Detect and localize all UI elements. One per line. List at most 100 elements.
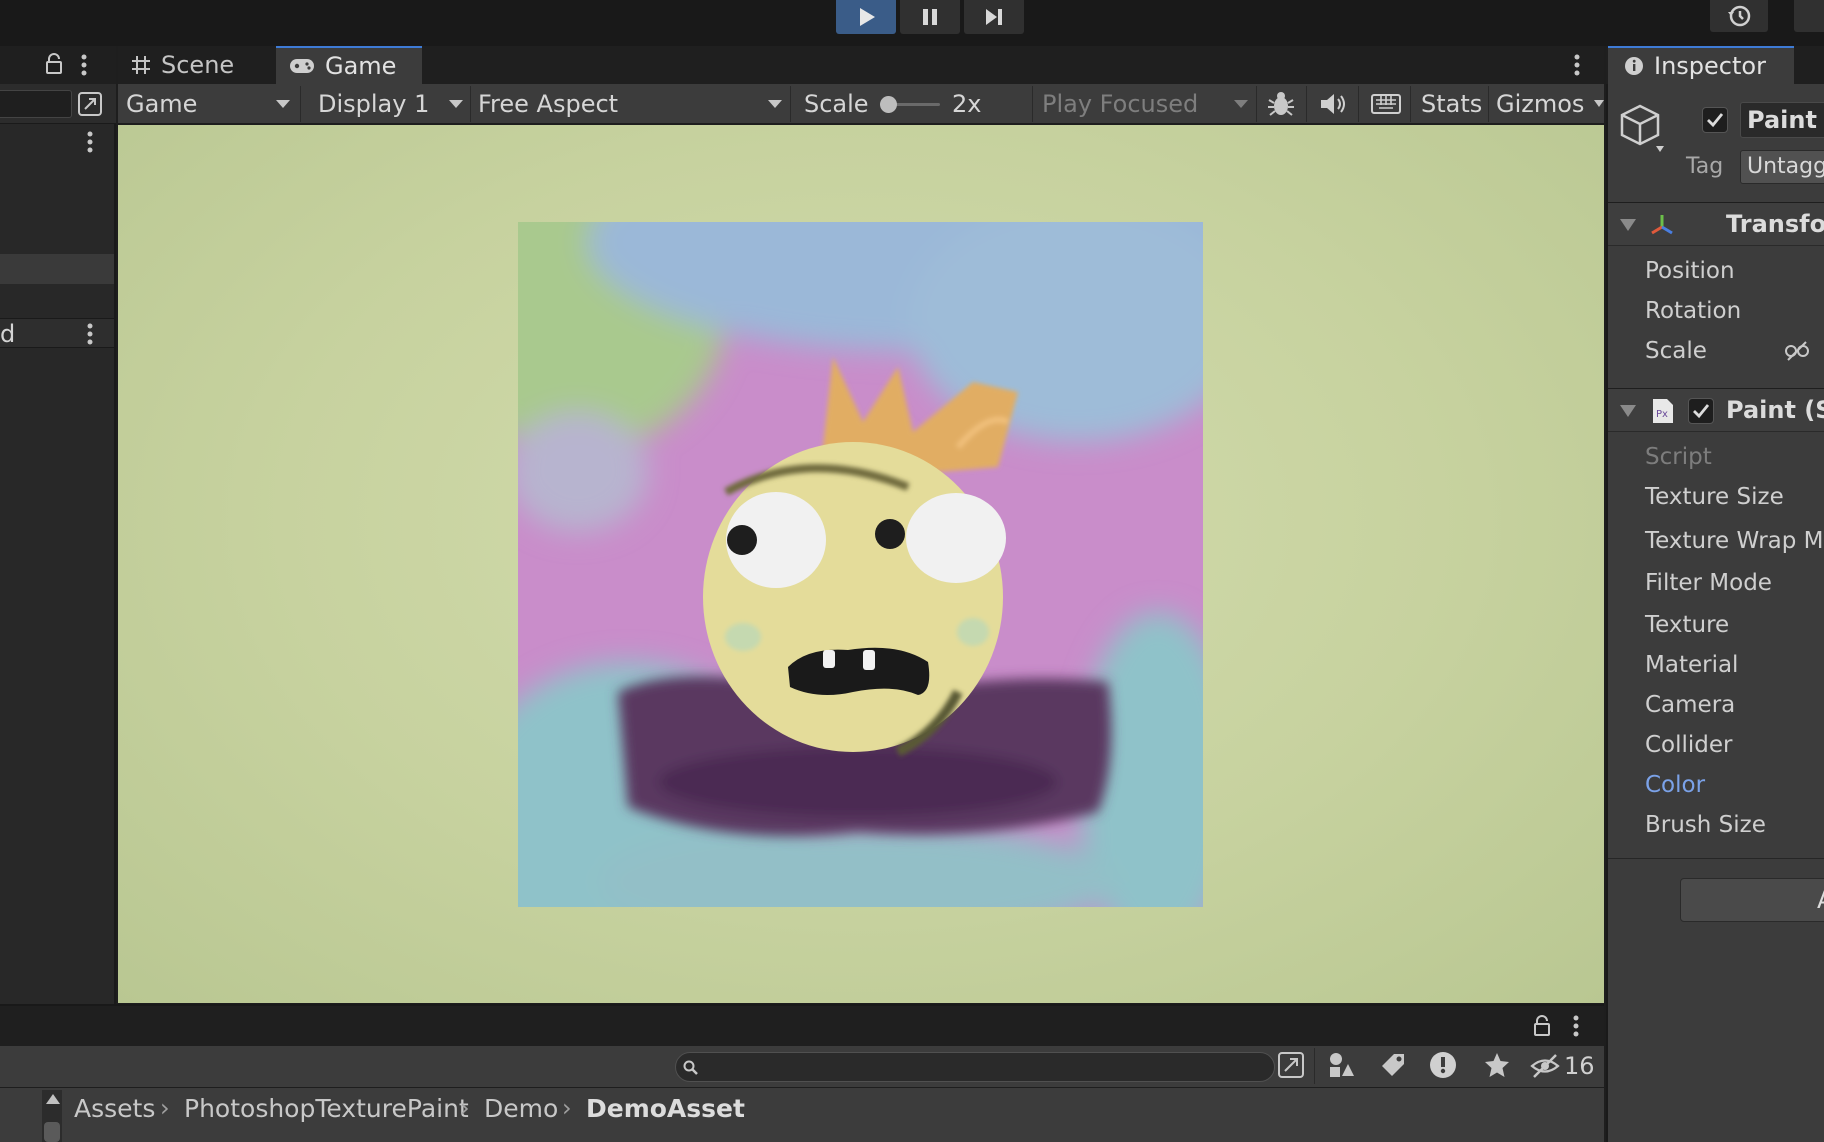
hierarchy-search-input[interactable] xyxy=(0,90,72,118)
game-panel-menu-icon[interactable] xyxy=(1573,52,1581,82)
eye-hidden-icon xyxy=(1530,1054,1560,1078)
tab-game[interactable]: Game xyxy=(276,46,422,84)
scale-value: 2x xyxy=(952,90,982,118)
mute-audio-button[interactable] xyxy=(1318,84,1348,124)
tab-game-label: Game xyxy=(325,52,397,80)
tab-scene[interactable]: Scene xyxy=(118,46,276,84)
color-label: Color xyxy=(1645,772,1706,798)
display-value: Display 1 xyxy=(318,90,430,118)
keyboard-icon xyxy=(1371,94,1401,114)
texture-label: Texture xyxy=(1645,612,1730,638)
component-enabled-checkbox[interactable] xyxy=(1688,398,1714,424)
paint-canvas[interactable] xyxy=(518,222,1203,907)
hidden-count: 16 xyxy=(1564,1052,1595,1080)
history-button[interactable] xyxy=(1710,0,1768,32)
checkmark-icon xyxy=(1707,113,1724,128)
search-icon xyxy=(683,1060,698,1075)
display-dropdown[interactable]: Display 1 xyxy=(318,84,463,124)
account-button[interactable] xyxy=(1794,0,1824,32)
paint-component-header[interactable]: Px Paint (Sc xyxy=(1608,388,1824,432)
brush-size-label: Brush Size xyxy=(1645,812,1766,838)
texture-wrap-mode-label: Texture Wrap M xyxy=(1645,528,1824,554)
breadcrumb-assets[interactable]: Assets xyxy=(74,1088,155,1128)
console-errors-icon[interactable] xyxy=(1428,1050,1458,1084)
scale-slider[interactable] xyxy=(880,96,940,113)
tag-label: Tag xyxy=(1686,154,1724,179)
kebab-menu-icon[interactable] xyxy=(80,52,88,82)
foldout-arrow-icon[interactable] xyxy=(1620,219,1636,231)
svg-text:Px: Px xyxy=(1656,409,1668,420)
transform-title: Transfor xyxy=(1726,210,1824,238)
gizmos-button[interactable]: Gizmos xyxy=(1496,84,1584,124)
breadcrumb-demoasset[interactable]: DemoAsset xyxy=(586,1088,745,1128)
scale-label-field: Scale xyxy=(1645,338,1707,364)
tab-inspector[interactable]: Inspector xyxy=(1608,46,1794,84)
maximize-icon[interactable] xyxy=(76,90,104,122)
grid-hash-icon xyxy=(132,56,150,74)
gamepad-icon xyxy=(290,59,314,73)
active-checkbox[interactable] xyxy=(1702,107,1728,133)
scroll-thumb[interactable] xyxy=(44,1122,60,1142)
favorites-star-icon[interactable] xyxy=(1482,1050,1512,1084)
transform-icon xyxy=(1651,215,1673,235)
play-icon xyxy=(860,8,875,26)
aspect-dropdown[interactable]: Free Aspect xyxy=(478,84,782,124)
project-scrollbar[interactable] xyxy=(42,1090,62,1142)
hierarchy-row-menu-icon[interactable] xyxy=(86,130,94,158)
search-by-type-icon[interactable] xyxy=(1326,1050,1356,1084)
chevron-right-icon: › xyxy=(160,1094,170,1122)
paint-component-title: Paint (Sc xyxy=(1726,396,1824,424)
step-icon xyxy=(986,9,1002,25)
rotation-label: Rotation xyxy=(1645,298,1742,324)
scene-menu-icon xyxy=(87,323,93,345)
script-icon: Px xyxy=(1653,399,1673,423)
foldout-arrow-icon[interactable] xyxy=(1620,405,1636,417)
script-label: Script xyxy=(1645,444,1712,470)
shortcuts-button[interactable] xyxy=(1370,84,1402,124)
material-label: Material xyxy=(1645,652,1739,678)
play-button[interactable] xyxy=(836,0,896,34)
add-component-button[interactable]: A xyxy=(1680,878,1824,922)
project-tabbar xyxy=(0,1004,1604,1046)
camera-label: Camera xyxy=(1645,692,1736,718)
play-mode-dropdown[interactable]: Play Focused xyxy=(1042,84,1248,124)
scale-slider-handle[interactable] xyxy=(880,96,897,113)
hidden-packages-toggle[interactable]: 16 xyxy=(1530,1052,1595,1080)
collider-label: Collider xyxy=(1645,732,1733,758)
chevron-down-icon xyxy=(276,100,290,108)
pause-button[interactable] xyxy=(900,0,960,34)
play-mode-value: Play Focused xyxy=(1042,90,1199,118)
transform-header[interactable]: Transfor xyxy=(1608,202,1824,246)
breadcrumb-demo[interactable]: Demo xyxy=(484,1088,558,1128)
lock-icon[interactable] xyxy=(44,52,64,80)
texture-size-label: Texture Size xyxy=(1645,484,1784,510)
project-lock-icon[interactable] xyxy=(1532,1014,1552,1042)
speaker-icon xyxy=(1321,94,1345,114)
breadcrumb-photoshoptexturepaint[interactable]: PhotoshopTexturePaint xyxy=(184,1088,469,1128)
chevron-down-icon xyxy=(449,100,463,108)
chevron-right-icon: › xyxy=(562,1094,572,1122)
history-icon xyxy=(1728,5,1751,27)
tab-inspector-label: Inspector xyxy=(1654,52,1766,80)
search-mode-icon[interactable] xyxy=(1276,1050,1306,1084)
constrain-proportions-icon[interactable] xyxy=(1784,340,1810,366)
stats-button[interactable]: Stats xyxy=(1421,84,1482,124)
tag-dropdown[interactable]: Untagg xyxy=(1740,150,1824,184)
hierarchy-scene-row[interactable]: d xyxy=(0,318,114,348)
scroll-up-icon[interactable] xyxy=(46,1094,60,1104)
debug-button[interactable] xyxy=(1266,84,1296,124)
gizmos-dropdown-icon[interactable] xyxy=(1594,100,1604,107)
object-name-field[interactable]: Paint xyxy=(1740,102,1824,138)
hierarchy-panel xyxy=(0,46,116,1004)
view-mode-dropdown[interactable]: Game xyxy=(126,84,290,124)
checkmark-icon xyxy=(1693,404,1710,419)
step-button[interactable] xyxy=(964,0,1024,34)
hierarchy-selected-row[interactable] xyxy=(0,254,114,284)
project-search-input[interactable] xyxy=(675,1052,1275,1082)
search-by-label-icon[interactable] xyxy=(1378,1050,1408,1084)
inspector-divider xyxy=(1608,858,1824,859)
scale-label: Scale xyxy=(804,90,869,118)
project-menu-icon[interactable] xyxy=(1572,1013,1580,1043)
info-icon xyxy=(1625,57,1643,75)
bug-icon xyxy=(1268,92,1294,116)
